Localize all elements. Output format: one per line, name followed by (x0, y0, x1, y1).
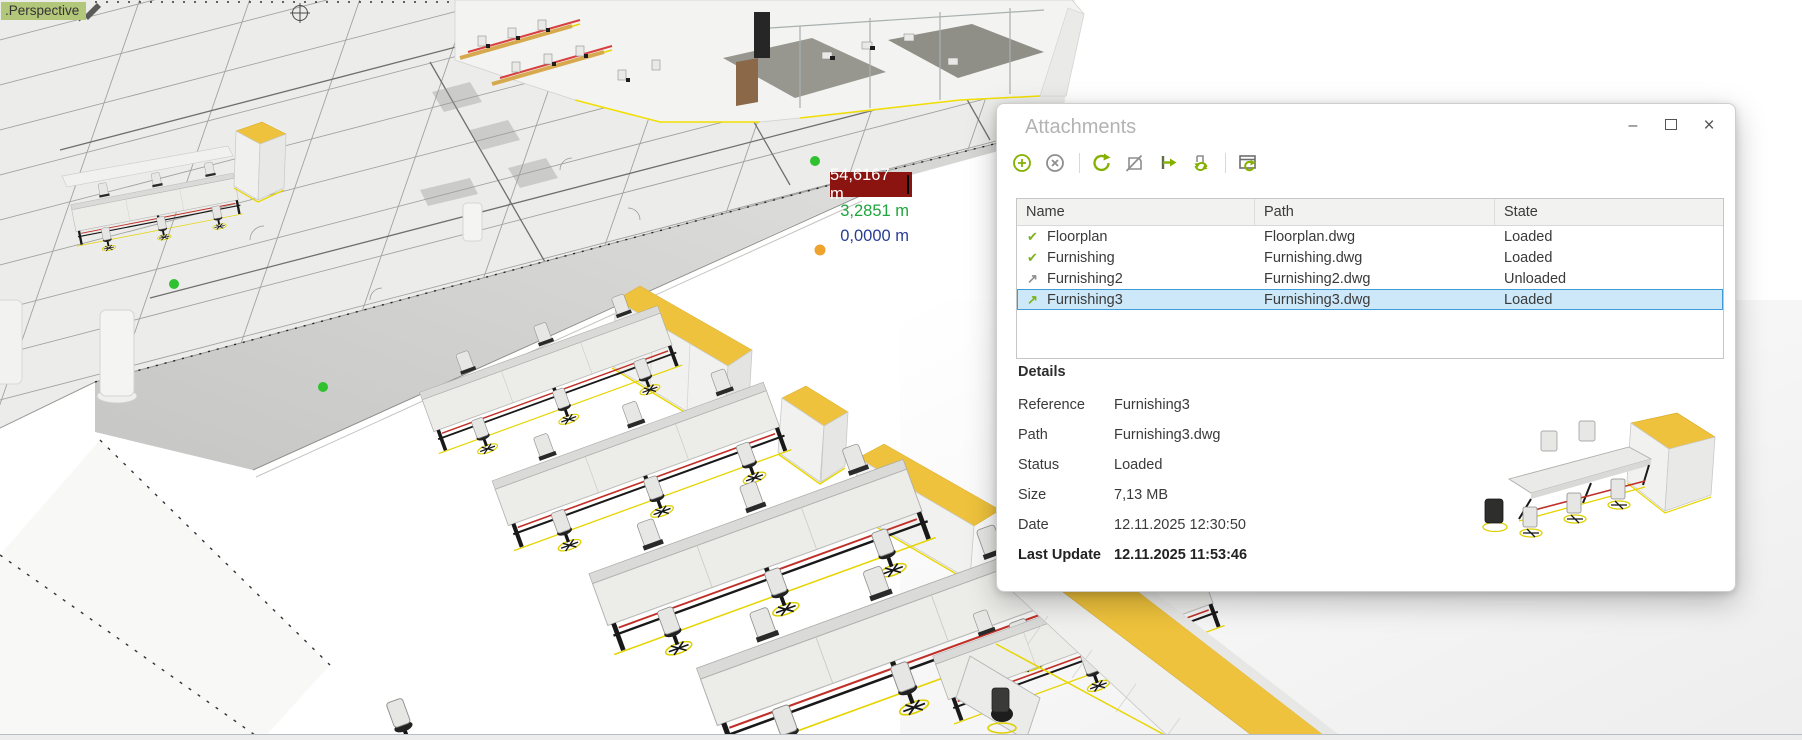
reload-icon[interactable] (1091, 152, 1113, 174)
cabinet[interactable] (233, 121, 287, 203)
row-state: Loaded (1504, 291, 1553, 308)
detail-value-last-update: 12.11.2025 11:53:46 (1114, 547, 1248, 563)
detail-label: Reference (1018, 397, 1085, 413)
detail-label: Size (1018, 487, 1047, 503)
detail-value: 7,13 MB (1114, 487, 1168, 503)
bind-icon[interactable] (1157, 152, 1179, 174)
table-header: Name Path State (1017, 199, 1723, 226)
column-header-name[interactable]: Name (1017, 199, 1255, 225)
attach-icon[interactable] (1011, 152, 1033, 174)
detail-label-last-update: Last Update (1018, 547, 1101, 563)
row-state: Loaded (1504, 228, 1553, 245)
window-bottom-edge (0, 734, 1802, 740)
row-name: Furnishing2 (1047, 270, 1123, 287)
nested-arrow-icon (1024, 293, 1041, 306)
minimize-button[interactable]: – (1625, 116, 1641, 136)
coordinate-x-input[interactable]: 54,6167 m (830, 166, 912, 203)
orange-marker-icon[interactable] (814, 244, 826, 256)
update-icon[interactable] (1190, 152, 1212, 174)
details-panel: Details Reference Furnishing3 Path Furnish… (1018, 364, 1247, 570)
application-window: .Perspective 54,6167 m 3,2851 m 0,0000 m… (0, 0, 1802, 740)
detail-value: Furnishing3 (1114, 397, 1190, 413)
row-path: Furnishing.dwg (1264, 249, 1363, 266)
row-path: Floorplan.dwg (1264, 228, 1356, 245)
toolbar-separator (1225, 153, 1226, 173)
dialog-toolbar (1011, 151, 1270, 175)
detail-value: 12.11.2025 12:30:50 (1114, 517, 1246, 533)
detail-value: Loaded (1114, 457, 1163, 473)
detail-label: Status (1018, 457, 1060, 473)
row-state: Loaded (1504, 249, 1553, 266)
view-label[interactable]: .Perspective (1, 2, 87, 20)
loaded-check-icon (1024, 230, 1041, 243)
table-row-selected[interactable]: Furnishing3 Furnishing3.dwg Loaded (1017, 289, 1723, 310)
dark-column (754, 12, 770, 58)
detail-label: Path (1018, 427, 1048, 443)
text-caret (907, 175, 909, 194)
detail-label: Date (1018, 517, 1049, 533)
unload-icon[interactable] (1124, 152, 1146, 174)
table-row[interactable]: Furnishing Furnishing.dwg Loaded (1017, 247, 1723, 268)
row-path: Furnishing2.dwg (1264, 270, 1371, 287)
attachments-dialog: Attachments – × Name Path State ✔ Floorp… (996, 103, 1736, 592)
details-heading: Details (1018, 364, 1066, 380)
dialog-title[interactable]: Attachments (1025, 116, 1136, 139)
row-state: Unloaded (1504, 270, 1567, 287)
maximize-button[interactable] (1663, 116, 1679, 136)
detach-icon[interactable] (1044, 152, 1066, 174)
close-button[interactable]: × (1701, 116, 1717, 136)
coordinate-y-value: 3,2851 m (840, 202, 909, 220)
table-row[interactable]: Furnishing2 Furnishing2.dwg Unloaded (1017, 268, 1723, 289)
row-name: Floorplan (1047, 228, 1108, 245)
unloaded-arrow-icon (1024, 272, 1041, 285)
wood-door (736, 58, 758, 106)
column-header-state[interactable]: State (1495, 199, 1723, 225)
toolbar-separator (1079, 153, 1080, 173)
table-row[interactable]: Floorplan Floorplan.dwg Loaded (1017, 226, 1723, 247)
row-name: Furnishing (1047, 249, 1115, 266)
row-name: Furnishing3 (1047, 291, 1123, 308)
row-path: Furnishing3.dwg (1264, 291, 1371, 308)
attachments-table: Name Path State Floorplan Floorplan.dwg … (1016, 198, 1724, 359)
maximize-icon (1665, 119, 1677, 130)
green-marker-icon[interactable] (810, 156, 820, 166)
loaded-check-icon (1024, 251, 1041, 264)
attachment-preview-image (1482, 412, 1716, 538)
open-source-icon[interactable] (1237, 152, 1259, 174)
green-marker-icon[interactable] (318, 382, 328, 392)
coordinate-z-value: 0,0000 m (840, 227, 909, 245)
detail-value: Furnishing3.dwg (1114, 427, 1221, 443)
green-marker-icon[interactable] (169, 279, 179, 289)
column-header-path[interactable]: Path (1255, 199, 1495, 225)
